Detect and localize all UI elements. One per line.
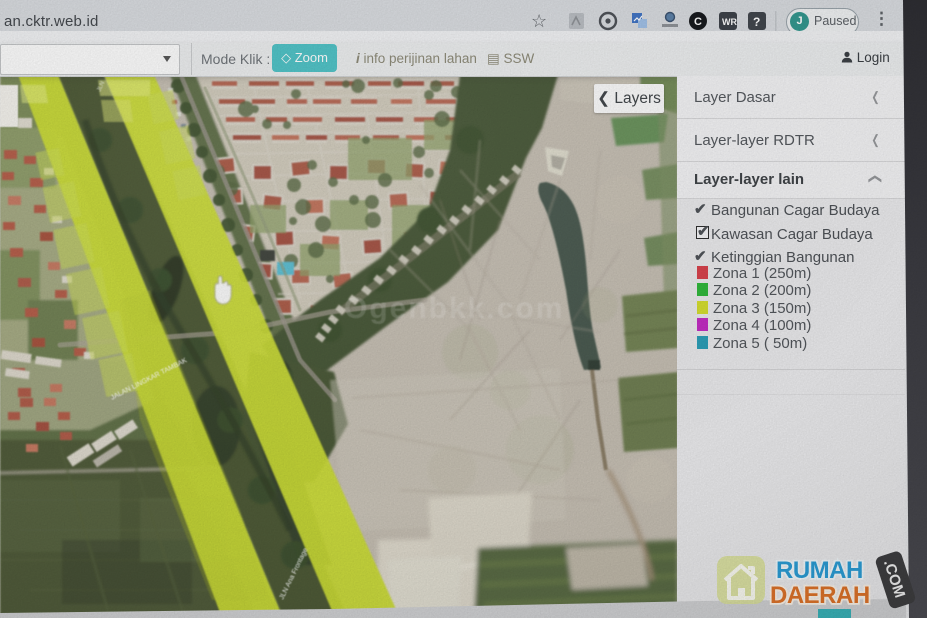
svg-text:?: ?: [753, 15, 760, 29]
svg-text:WR: WR: [722, 17, 737, 27]
svg-text:Ogenbkk.com: Ogenbkk.com: [344, 292, 564, 325]
svg-text:RUMAH: RUMAH: [776, 557, 863, 584]
svg-text:DAERAH: DAERAH: [770, 582, 870, 609]
svg-text:C: C: [694, 16, 702, 28]
